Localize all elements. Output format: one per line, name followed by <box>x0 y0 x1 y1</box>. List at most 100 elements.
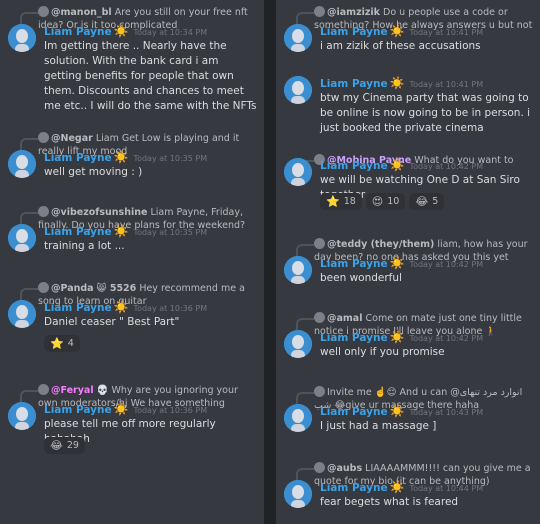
reply-username[interactable]: @vibezofsunshine <box>51 207 147 218</box>
avatar[interactable] <box>8 300 36 328</box>
reply-avatar <box>314 238 325 249</box>
avatar[interactable] <box>8 402 36 430</box>
chat-message: @teddy (they/them) liam, how has your da… <box>276 238 540 289</box>
avatar[interactable] <box>8 224 36 252</box>
chat-message: @amal Come on mate just one tiny little … <box>276 312 540 363</box>
reaction-button[interactable]: 😂 29 <box>44 437 85 454</box>
avatar[interactable] <box>284 24 312 52</box>
timestamp: Today at 10:42 PM <box>409 162 484 171</box>
timestamp: Today at 10:35 PM <box>133 228 208 237</box>
author-name[interactable]: Liam Payne <box>320 332 388 344</box>
author-name[interactable]: Liam Payne <box>320 26 388 38</box>
reaction-bar: ⭐ 4 <box>44 335 80 352</box>
message-text: Daniel ceaser " Best Part" <box>44 316 180 328</box>
reaction-button[interactable]: 😍 10 <box>365 193 406 210</box>
avatar[interactable] <box>284 330 312 358</box>
sun-badge-icon: ☀️ <box>389 256 405 270</box>
message-header: Liam Payne ☀️ Today at 10:41 PM <box>320 76 483 90</box>
reply-avatar <box>314 6 325 17</box>
reaction-emoji-icon: ⭐ <box>326 195 340 208</box>
reaction-count: 10 <box>387 196 400 207</box>
reply-username[interactable]: @Panda <box>51 283 94 294</box>
left-chat-panel: @manon_bl Are you still on your free nft… <box>0 0 264 524</box>
reply-username[interactable]: @Negar <box>51 133 93 144</box>
sun-badge-icon: ☀️ <box>389 330 405 344</box>
reply-username[interactable]: @Feryal <box>51 385 94 396</box>
timestamp: Today at 10:41 PM <box>409 28 484 37</box>
timestamp: Today at 10:42 PM <box>409 260 484 269</box>
right-chat-panel: @iamzizik Do u people use a code or some… <box>276 0 540 524</box>
reaction-count: 18 <box>343 196 356 207</box>
reply-avatar <box>38 132 49 143</box>
sun-badge-icon: ☀️ <box>113 402 129 416</box>
sun-badge-icon: ☀️ <box>113 24 129 38</box>
message-text: fear begets what is feared <box>320 496 459 508</box>
reaction-button[interactable]: 😂 5 <box>409 193 445 210</box>
author-name[interactable]: Liam Payne <box>44 404 112 416</box>
author-name[interactable]: Liam Payne <box>44 152 112 164</box>
chat-message: @iamzizik Do u people use a code or some… <box>276 6 540 57</box>
chat-message: @Feryal 💀 Why are you ignoring your own … <box>0 384 264 455</box>
author-name[interactable]: Liam Payne <box>320 78 388 90</box>
message-text: well get moving : ) <box>44 166 143 178</box>
reply-username[interactable]: @iamzizik <box>327 7 380 18</box>
reply-avatar <box>38 282 49 293</box>
chat-message: @vibezofsunshine Liam Payne, Friday, fin… <box>0 206 264 257</box>
reaction-button[interactable]: ⭐ 18 <box>320 193 362 210</box>
timestamp: Today at 10:36 PM <box>133 304 208 313</box>
avatar[interactable] <box>284 404 312 432</box>
sun-badge-icon: ☀️ <box>113 224 129 238</box>
message-header: Liam Payne ☀️ Today at 10:36 PM <box>44 300 207 314</box>
message-text: Im getting there .. Nearly have the solu… <box>44 40 257 112</box>
timestamp: Today at 10:41 PM <box>409 80 484 89</box>
reaction-count: 4 <box>67 338 74 349</box>
chat-message: Invite me ☝️😌 And u can @انوارد مرد تنها… <box>276 386 540 437</box>
message-header: Liam Payne ☀️ Today at 10:41 PM <box>320 24 483 38</box>
reply-badge: 💀 <box>96 385 109 396</box>
reaction-bar: ⭐ 18 😍 10 😂 5 <box>320 193 445 210</box>
avatar[interactable] <box>284 480 312 508</box>
author-name[interactable]: Liam Payne <box>320 160 388 172</box>
reply-username[interactable]: @manon_bl <box>51 7 112 18</box>
author-name[interactable]: Liam Payne <box>320 482 388 494</box>
reaction-bar: 😂 29 <box>44 437 85 454</box>
reaction-count: 5 <box>432 196 439 207</box>
message-text: been wonderful <box>320 272 402 284</box>
message-text: I just had a massage ] <box>320 420 437 432</box>
timestamp: Today at 10:35 PM <box>133 154 208 163</box>
timestamp: Today at 10:43 PM <box>409 408 484 417</box>
message-header: Liam Payne ☀️ Today at 10:42 PM <box>320 158 483 172</box>
message-header: Liam Payne ☀️ Today at 10:35 PM <box>44 224 207 238</box>
chat-message: @Panda 😸 5526 Hey recommend me a song to… <box>0 282 264 353</box>
timestamp: Today at 10:42 PM <box>409 334 484 343</box>
reply-avatar <box>314 462 325 473</box>
message-text: well only if you promise <box>320 346 445 358</box>
timestamp: Today at 10:44 PM <box>409 484 484 493</box>
avatar[interactable] <box>284 158 312 186</box>
message-text: i am zizik of these accusations <box>320 40 481 52</box>
sun-badge-icon: ☀️ <box>113 150 129 164</box>
sun-badge-icon: ☀️ <box>389 404 405 418</box>
reply-username[interactable]: @amal <box>327 313 362 324</box>
author-name[interactable]: Liam Payne <box>320 258 388 270</box>
message-header: Liam Payne ☀️ Today at 10:42 PM <box>320 330 483 344</box>
avatar[interactable] <box>8 150 36 178</box>
reaction-button[interactable]: ⭐ 4 <box>44 335 80 352</box>
message-header: Liam Payne ☀️ Today at 10:42 PM <box>320 256 483 270</box>
author-name[interactable]: Liam Payne <box>320 406 388 418</box>
reaction-emoji-icon: 😂 <box>50 439 63 452</box>
sun-badge-icon: ☀️ <box>389 24 405 38</box>
reply-avatar <box>314 386 325 397</box>
author-name[interactable]: Liam Payne <box>44 26 112 38</box>
reply-username[interactable]: @aubs <box>327 463 362 474</box>
author-name[interactable]: Liam Payne <box>44 226 112 238</box>
author-name[interactable]: Liam Payne <box>44 302 112 314</box>
avatar[interactable] <box>284 256 312 284</box>
avatar[interactable] <box>8 24 36 52</box>
chat-message: @aubs LIAAAAMMM!!!! can you give me a qu… <box>276 462 540 513</box>
avatar[interactable] <box>284 76 312 104</box>
sun-badge-icon: ☀️ <box>389 480 405 494</box>
reaction-emoji-icon: 😂 <box>415 195 429 208</box>
reply-username[interactable]: @teddy (they/them) <box>327 239 434 250</box>
panel-divider <box>264 0 276 524</box>
